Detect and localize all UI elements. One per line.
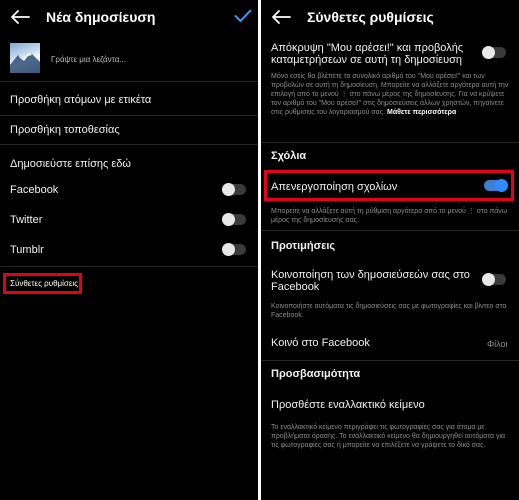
add-location-button[interactable]: Προσθήκη τοποθεσίας <box>10 124 120 136</box>
disable-comments-toggle[interactable] <box>484 179 508 192</box>
back-arrow-icon[interactable] <box>271 9 291 25</box>
comments-heading: Σχόλια <box>271 150 307 162</box>
share-facebook-toggle[interactable] <box>222 183 246 196</box>
share-tumblr-toggle[interactable] <box>222 243 246 256</box>
back-arrow-icon[interactable] <box>10 9 30 25</box>
divider <box>0 115 258 116</box>
page-title: Νέα δημοσίευση <box>46 9 156 25</box>
new-post-screen: Νέα δημοσίευση Γράψτε μια λεζάντα... Προ… <box>0 0 258 500</box>
facebook-audience-value[interactable]: Φίλοι <box>487 339 508 349</box>
share-facebook-toggle[interactable] <box>482 273 506 286</box>
page-title: Σύνθετες ρυθμίσεις <box>307 9 434 25</box>
divider <box>0 144 258 145</box>
divider <box>0 266 258 267</box>
snow-mountain-image <box>10 52 40 73</box>
share-twitter-label: Twitter <box>10 214 43 226</box>
share-tumblr-label: Tumblr <box>10 244 44 256</box>
toggle-knob <box>482 273 495 286</box>
toggle-knob <box>482 46 495 59</box>
toggle-knob <box>495 179 508 192</box>
alt-text-button[interactable]: Προσθέστε εναλλακτικό κείμενο <box>271 399 425 411</box>
disable-comments-help: Μπορείτε να αλλάξετε αυτή τη ρύθμιση αργ… <box>271 208 508 224</box>
caption-input[interactable]: Γράψτε μια λεζάντα... <box>51 55 126 64</box>
divider <box>261 230 519 231</box>
divider <box>261 360 519 361</box>
toggle-knob <box>222 213 235 226</box>
toggle-knob <box>222 243 235 256</box>
hide-likes-help: Μόνο εσείς θα βλέπετε το συνολικό αριθμό… <box>271 72 514 117</box>
share-facebook-label: Κοινοποίηση των δημοσιεύσεών σας στο Fac… <box>271 269 470 293</box>
divider <box>0 81 258 82</box>
hide-likes-toggle[interactable] <box>482 46 506 59</box>
learn-more-link[interactable]: Μάθετε περισσότερα <box>387 109 456 116</box>
tag-people-button[interactable]: Προσθήκη ατόμων με ετικέτα <box>10 94 151 106</box>
post-thumbnail[interactable] <box>10 43 40 73</box>
facebook-audience-label[interactable]: Κοινό στο Facebook <box>271 337 370 349</box>
advanced-settings-link[interactable]: Σύνθετες ρυθμίσεις <box>10 279 78 288</box>
accessibility-heading: Προσβασιμότητα <box>271 368 361 380</box>
toggle-knob <box>222 183 235 196</box>
also-post-heading: Δημοσιεύστε επίσης εδώ <box>10 158 131 170</box>
share-facebook-label: Facebook <box>10 184 59 196</box>
advanced-settings-screen: Σύνθετες ρυθμίσεις Απόκρυψη "Μου αρέσει!… <box>261 0 519 500</box>
hide-likes-label: Απόκρυψη "Μου αρέσει!" και προβολής κατα… <box>271 42 464 66</box>
disable-comments-label: Απενεργοποίηση σχολίων <box>271 181 398 193</box>
share-facebook-help: Κοινοποιήστε αυτόματα τις δημοσιεύσεις σ… <box>271 303 507 319</box>
share-twitter-toggle[interactable] <box>222 213 246 226</box>
alt-text-help: Το εναλλακτικό κείμενο περιγράφει τις φω… <box>271 424 506 449</box>
checkmark-icon[interactable] <box>234 9 252 23</box>
preferences-heading: Προτιμήσεις <box>271 240 336 252</box>
divider <box>261 142 519 143</box>
